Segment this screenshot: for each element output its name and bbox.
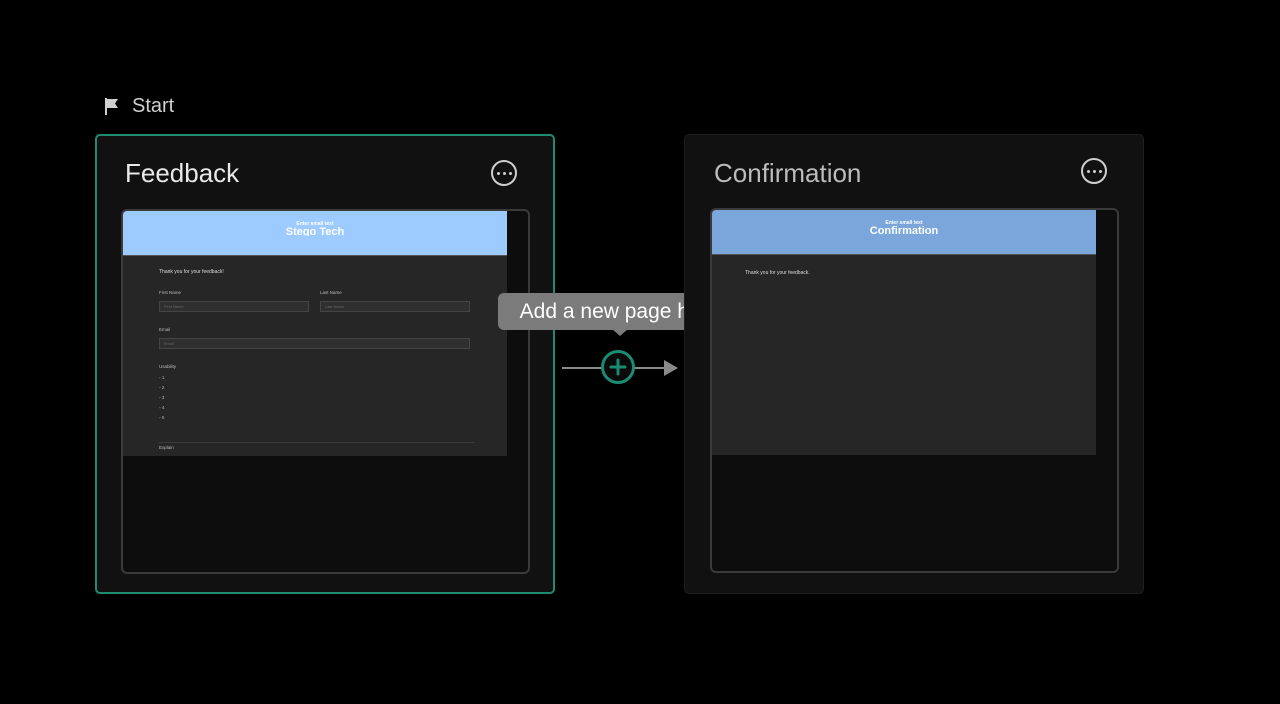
plus-circle-icon[interactable] — [601, 350, 635, 384]
page-title: Confirmation — [714, 158, 862, 188]
preview-email-input: Email — [159, 338, 470, 349]
preview-page: Enter small text Confirmation Thank you … — [712, 210, 1096, 455]
preview-first-name-label: First Name — [159, 290, 182, 295]
more-options-icon[interactable] — [1081, 158, 1107, 184]
preview-last-name-label: Last Name — [320, 290, 342, 295]
preview-header: Enter small text Confirmation — [712, 210, 1096, 255]
start-label: Start — [102, 92, 174, 120]
preview-header: Enter small text Stego Tech — [123, 211, 507, 256]
preview-explain-label: Explain — [159, 445, 174, 450]
preview-option: ◦ 4 — [159, 405, 165, 410]
connector-line-right — [634, 367, 666, 369]
preview-option: ◦ 1 — [159, 375, 165, 380]
preview-email-label: Email — [159, 327, 171, 332]
flag-icon — [102, 96, 122, 116]
preview-last-name-input: Last Name — [320, 301, 470, 312]
tooltip-caret — [612, 329, 628, 336]
preview-header-title: Stego Tech — [285, 226, 345, 236]
preview-page: Enter small text Stego Tech Thank you fo… — [123, 211, 507, 456]
preview-option: ◦ 5 — [159, 415, 165, 420]
page-preview[interactable]: Enter small text Confirmation Thank you … — [710, 208, 1119, 573]
page-card-feedback[interactable]: Feedback Enter small text Stego Tech Tha… — [95, 134, 555, 594]
arrow-head-icon — [664, 360, 678, 376]
connector-line-left — [562, 367, 602, 369]
preview-usability-label: Usability — [159, 364, 177, 369]
preview-divider — [159, 442, 475, 443]
preview-intro: Thank you for your feedback! — [159, 269, 224, 275]
preview-intro: Thank you for your feedback. — [745, 270, 810, 276]
more-options-icon[interactable] — [491, 160, 517, 186]
page-card-confirmation[interactable]: Confirmation Enter small text Confirmati… — [684, 134, 1144, 594]
start-text: Start — [132, 94, 175, 117]
page-title: Feedback — [125, 158, 240, 188]
page-preview[interactable]: Enter small text Stego Tech Thank you fo… — [121, 209, 530, 574]
preview-option: ◦ 2 — [159, 385, 165, 390]
preview-first-name-input: First Name — [159, 301, 309, 312]
preview-header-title: Confirmation — [869, 225, 939, 235]
preview-option: ◦ 3 — [159, 395, 165, 400]
